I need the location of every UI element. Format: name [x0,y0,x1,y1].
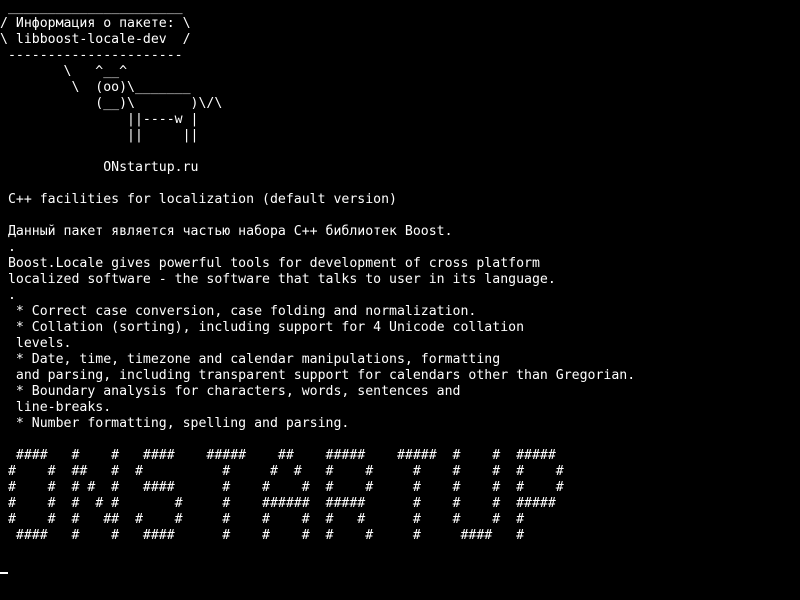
terminal-line: || || [0,128,199,143]
text-cursor [0,572,8,574]
terminal-screen[interactable]: ______________________ / Информация о па… [0,0,800,600]
terminal-line: (__)\ )\/\ [0,96,223,111]
terminal-line: line-breaks. [0,400,112,415]
terminal-line: \ libboost-locale-dev / [0,32,191,47]
terminal-line: \ ^__^ [0,64,128,79]
terminal-line: ---------------------- [0,48,183,63]
ascii-banner-line: #### # # #### # # # # # # #### # [0,528,525,543]
terminal-line: / Информация о пакете: \ [0,16,191,31]
terminal-line: Boost.Locale gives powerful tools for de… [0,256,540,271]
ascii-banner-line: # # # # # # # ###### ##### # # # ##### [0,496,556,511]
ascii-banner-line: # # # # # #### # # # # # # # # # # [0,480,564,495]
terminal-line: * Date, time, timezone and calendar mani… [0,352,501,367]
terminal-line: * Correct case conversion, case folding … [0,304,477,319]
terminal-line: levels. [0,336,72,351]
terminal-line: . [0,240,16,255]
terminal-line: localized software - the software that t… [0,272,556,287]
terminal-line: ONstartup.ru [0,160,199,175]
ascii-banner-line: # # # ## # # # # # # # # # # # [0,512,525,527]
terminal-line: * Collation (sorting), including support… [0,320,525,335]
terminal-line: ______________________ [0,0,183,15]
terminal-line: and parsing, including transparent suppo… [0,368,636,383]
terminal-line: C++ facilities for localization (default… [0,192,397,207]
ascii-banner-line: #### # # #### ##### ## ##### ##### # # #… [0,448,556,463]
ascii-banner-line: # # ## # # # # # # # # # # # # [0,464,564,479]
terminal-line: ||----w | [0,112,199,127]
terminal-line: Данный пакет является частью набора C++ … [0,224,453,239]
terminal-line: * Boundary analysis for characters, word… [0,384,461,399]
terminal-line: . [0,288,16,303]
terminal-line: \ (oo)\_______ [0,80,191,95]
terminal-line: * Number formatting, spelling and parsin… [0,416,350,431]
